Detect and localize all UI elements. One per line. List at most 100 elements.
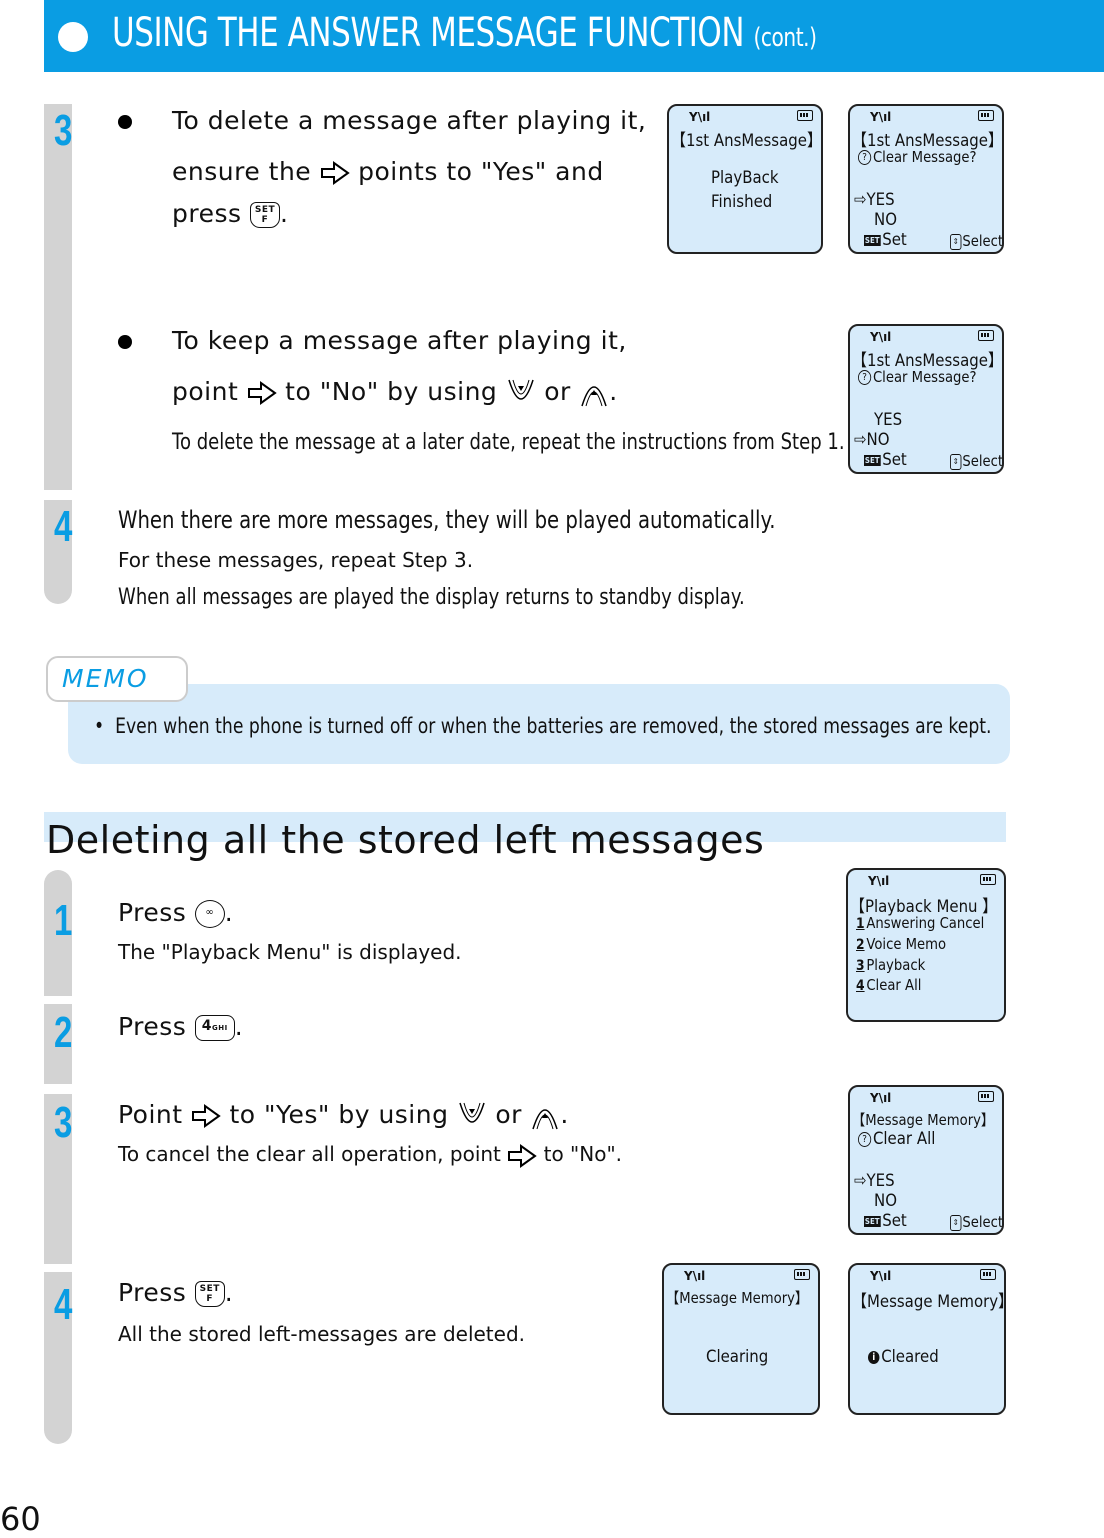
signal-icon: Y\ıl: [868, 874, 890, 888]
step-text: When all messages are played the display…: [118, 585, 745, 610]
menu-item: 2 Voice Memo: [856, 935, 946, 953]
prompt-text: Clear All: [872, 1129, 936, 1149]
signal-icon: Y\ıl: [870, 330, 892, 344]
number-4-icon: 4: [856, 978, 865, 994]
menu-item: 3 Playback: [856, 956, 925, 974]
screen-text: PlayBack: [711, 168, 779, 188]
softkey-set: SET Set: [864, 230, 907, 250]
step-text: ensure the points to "Yes" and: [172, 157, 604, 186]
step-number: 1: [54, 896, 73, 945]
menu-item-label: Voice Memo: [866, 935, 947, 953]
down-key-icon: [459, 1102, 485, 1123]
bullet-icon: [118, 115, 132, 129]
step-bar: [44, 104, 72, 490]
step-text: Press SET F.: [118, 1278, 233, 1307]
down-key-icon: [508, 379, 534, 400]
number-3-icon: 3: [856, 958, 865, 974]
set-key-icon: SET: [864, 1215, 881, 1227]
number-2-icon: 2: [856, 937, 865, 953]
text-fragment: press: [172, 199, 242, 228]
text-fragment: Press: [118, 898, 187, 927]
status-text: Cleared: [881, 1347, 939, 1367]
softkey-label: Set: [882, 230, 907, 250]
option-label: YES: [866, 1171, 895, 1191]
softkey-select: ⇕ Select: [950, 452, 1004, 470]
pointer-arrow-icon: ⇨: [854, 430, 867, 450]
screen-text: Finished: [711, 192, 773, 212]
menu-item-label: Answering Cancel: [866, 914, 985, 932]
text-fragment: or: [495, 1100, 522, 1129]
option-yes: ⇨YES: [854, 190, 895, 210]
step-note: To delete the message at a later date, r…: [172, 430, 845, 455]
step-text: To cancel the clear all operation, point…: [118, 1142, 622, 1168]
up-key-icon: [581, 386, 607, 407]
menu-item-label: Playback: [866, 956, 926, 974]
menu-item: 1 Answering Cancel: [856, 914, 984, 932]
header-title-text: USING THE ANSWER MESSAGE FUNCTION: [112, 10, 745, 56]
signal-icon: Y\ıl: [870, 1091, 892, 1105]
info-icon: i: [868, 1350, 880, 1364]
key-4-icon: 4GHI: [194, 1015, 235, 1041]
text-fragment: .: [279, 199, 289, 228]
signal-icon: Y\ıl: [689, 110, 711, 124]
bullet-icon: [118, 335, 132, 349]
text-fragment: points to "Yes" and: [358, 157, 604, 186]
option-no: NO: [874, 210, 897, 230]
option-no: ⇨NO: [854, 430, 890, 450]
up-key-icon: [532, 1109, 559, 1130]
signal-icon: Y\ıl: [684, 1269, 706, 1283]
text-fragment: Press: [118, 1012, 187, 1041]
phone-screen-clear-all: Y\ıl 【Message Memory】 ? Clear All ⇨YES NO…: [848, 1085, 1004, 1235]
menu-item-label: Clear All: [866, 976, 922, 994]
memo-label: MEMO: [62, 664, 149, 693]
step-number: 4: [54, 1280, 73, 1329]
screen-text: Clearing: [706, 1347, 769, 1367]
number-1-icon: 1: [856, 916, 865, 932]
softkey-label: Select: [962, 452, 1004, 470]
softkey-label: Set: [882, 450, 907, 470]
step-text: To delete a message after playing it,: [172, 106, 647, 135]
menu-item: 4 Clear All: [856, 976, 921, 994]
battery-icon: [797, 110, 813, 121]
step-number: 4: [54, 502, 73, 551]
step-text: The "Playback Menu" is displayed.: [118, 940, 462, 964]
step-text: Point to "Yes" by using or .: [118, 1100, 569, 1131]
text-fragment: Press: [118, 1278, 187, 1307]
softkey-set: SET Set: [864, 1211, 907, 1231]
softkey-set: SET Set: [864, 450, 907, 470]
text-fragment: .: [609, 377, 618, 406]
phone-screen-playback-menu: Y\ıl 【Playback Menu 】 1 Answering Cancel …: [846, 868, 1006, 1022]
header-suffix: (cont.): [753, 23, 817, 53]
step-number: 3: [54, 106, 73, 155]
step-text: To keep a message after playing it,: [172, 326, 627, 355]
section-title: Deleting all the stored left messages: [46, 818, 765, 862]
updown-icon: ⇕: [950, 453, 962, 470]
battery-icon: [978, 330, 994, 341]
option-yes: ⇨YES: [854, 1171, 895, 1191]
softkey-select: ⇕ Select: [950, 232, 1004, 250]
text-fragment: .: [224, 1278, 234, 1307]
softkey-label: Set: [882, 1211, 907, 1231]
screen-title: 【Message Memory】: [852, 1292, 1006, 1312]
battery-icon: [978, 110, 994, 121]
step-text: Press 4GHI.: [118, 1012, 243, 1041]
option-no: NO: [874, 1191, 897, 1211]
battery-icon: [794, 1269, 810, 1280]
screen-title: 【Message Memory】: [666, 1289, 809, 1307]
step-number: 3: [54, 1098, 73, 1147]
step-text: Press ∞.: [118, 898, 233, 928]
signal-icon: Y\ıl: [870, 110, 892, 124]
pointer-arrow-icon: [320, 161, 350, 185]
softkey-label: Select: [962, 232, 1004, 250]
phone-screen-cleared: Y\ıl 【Message Memory】 i Cleared: [848, 1263, 1006, 1415]
option-yes: YES: [874, 410, 903, 430]
screen-prompt: ? Clear Message?: [858, 148, 977, 166]
page-header: USING THE ANSWER MESSAGE FUNCTION (cont.…: [44, 0, 1104, 72]
phone-screen-clearing: Y\ıl 【Message Memory】 Clearing: [662, 1263, 820, 1415]
memo-text: Even when the phone is turned off or whe…: [115, 714, 992, 738]
updown-icon: ⇕: [950, 233, 962, 250]
battery-icon: [980, 874, 996, 885]
screen-prompt: ? Clear Message?: [858, 368, 977, 386]
text-fragment: .: [224, 898, 234, 927]
question-icon: ?: [858, 370, 872, 385]
